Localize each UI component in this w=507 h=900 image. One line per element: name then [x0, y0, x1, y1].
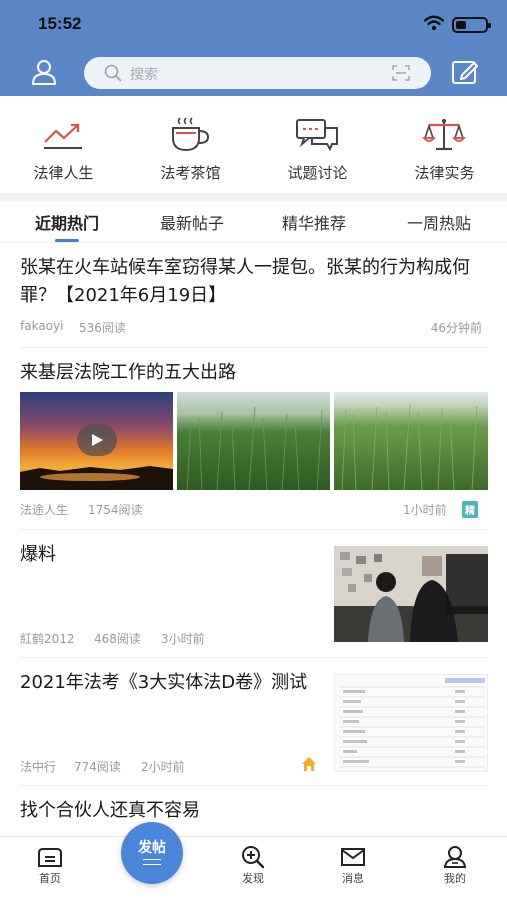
post-title[interactable]: 2021年法考《3大实体法D卷》测试: [20, 669, 320, 697]
status-bar: 15:52: [0, 0, 507, 48]
category-label: 试题讨论: [287, 164, 348, 182]
create-post-label: 发帖: [138, 840, 166, 856]
category-teahouse[interactable]: 法考茶馆: [127, 96, 254, 193]
compose-icon[interactable]: [450, 58, 480, 86]
chat-bubbles-icon: [296, 119, 338, 152]
post-title[interactable]: 找个合伙人还真不容易: [20, 797, 490, 825]
post-time: 2小时前: [141, 760, 185, 774]
post-title[interactable]: 爆料: [20, 541, 320, 569]
search-icon: [104, 64, 122, 82]
post-image[interactable]: [334, 674, 488, 772]
user-icon[interactable]: [30, 58, 58, 86]
active-tab-indicator: [55, 239, 79, 242]
post-image[interactable]: [177, 392, 330, 490]
category-legal-practice[interactable]: 法律实务: [381, 96, 507, 193]
play-button[interactable]: [77, 424, 117, 456]
app-header: 15:52 搜索: [0, 0, 507, 96]
post-item[interactable]: 找个合伙人还真不容易: [0, 786, 507, 836]
post-item[interactable]: 爆料 紅鹤2012 468阅读 3小时前: [0, 530, 507, 658]
post-item[interactable]: 2021年法考《3大实体法D卷》测试 法中行 774阅读 2小时前: [0, 658, 507, 786]
feed-tabs: 近期热门 最新帖子 精华推荐 一周热贴: [0, 201, 507, 243]
post-item[interactable]: 张某在火车站候车室窃得某人一提包。张某的行为构成何罪？【2021年6月19日】 …: [0, 244, 507, 348]
tab-label: 首页: [39, 872, 61, 885]
post-reads: 1754阅读: [88, 503, 143, 517]
post-reads: 468阅读: [94, 632, 141, 646]
profile-icon: [443, 846, 467, 868]
post-author[interactable]: 紅鹤2012: [20, 630, 75, 647]
post-image[interactable]: [334, 546, 488, 642]
post-reads: 774阅读: [74, 760, 121, 774]
category-label: 法律人生: [33, 164, 94, 182]
tab-discover[interactable]: 发现: [213, 837, 293, 900]
post-time: 1小时前: [403, 503, 447, 517]
post-author[interactable]: fakaoyi: [20, 319, 63, 333]
tea-cup-icon: [172, 117, 210, 152]
status-time: 15:52: [38, 14, 82, 33]
tab-mine[interactable]: 我的: [415, 837, 495, 900]
post-time: 46分钟前: [430, 321, 482, 335]
zoom-in-icon: [242, 846, 265, 869]
tab-latest[interactable]: 最新帖子: [137, 210, 247, 234]
tab-featured[interactable]: 精华推荐: [259, 210, 369, 234]
post-author[interactable]: 法途人生: [20, 501, 68, 518]
tab-weekly-hot[interactable]: 一周热贴: [384, 210, 494, 234]
scales-icon: [422, 119, 466, 151]
wifi-icon: [424, 15, 444, 31]
post-video-thumbnail[interactable]: [20, 392, 173, 490]
tab-label: 消息: [342, 872, 364, 885]
post-image[interactable]: [334, 392, 488, 490]
mail-icon: [341, 848, 365, 866]
category-row: 法律人生 法考茶馆 试题讨论 法律实务: [0, 96, 507, 193]
search-placeholder: 搜索: [130, 67, 158, 83]
section-divider: [0, 193, 507, 201]
home-icon: [38, 848, 62, 867]
category-label: 法考茶馆: [160, 164, 221, 182]
post-item[interactable]: 来基层法院工作的五大出路 法途人生 1754阅读 1小时前 精: [0, 348, 507, 530]
bottom-tab-bar: 首页 发现 消息 我的: [0, 836, 507, 900]
category-label: 法律实务: [414, 164, 475, 182]
post-title[interactable]: 来基层法院工作的五大出路: [20, 359, 490, 387]
chart-line-icon: [44, 123, 82, 149]
featured-badge: 精: [462, 501, 478, 518]
play-icon: [92, 434, 103, 446]
tab-messages[interactable]: 消息: [313, 837, 393, 900]
battery-icon: [452, 17, 491, 33]
category-legal-life[interactable]: 法律人生: [0, 96, 127, 193]
category-exam-discussion[interactable]: 试题讨论: [254, 96, 381, 193]
tab-label: 发现: [242, 872, 264, 885]
post-title[interactable]: 张某在火车站候车室窃得某人一提包。张某的行为构成何罪？【2021年6月19日】: [20, 254, 490, 310]
post-time: 3小时前: [161, 632, 205, 646]
post-reads: 536阅读: [79, 321, 126, 335]
tab-label: 我的: [444, 872, 466, 885]
create-post-button[interactable]: 发帖: [121, 822, 183, 884]
search-bar[interactable]: 搜索: [84, 57, 431, 89]
post-author[interactable]: 法中行: [20, 758, 56, 775]
hot-house-icon: [302, 757, 316, 771]
tab-home[interactable]: 首页: [10, 837, 90, 900]
tab-recent-hot[interactable]: 近期热门: [12, 210, 122, 234]
menu-lines-icon: [143, 859, 161, 865]
scan-icon[interactable]: [392, 65, 410, 81]
